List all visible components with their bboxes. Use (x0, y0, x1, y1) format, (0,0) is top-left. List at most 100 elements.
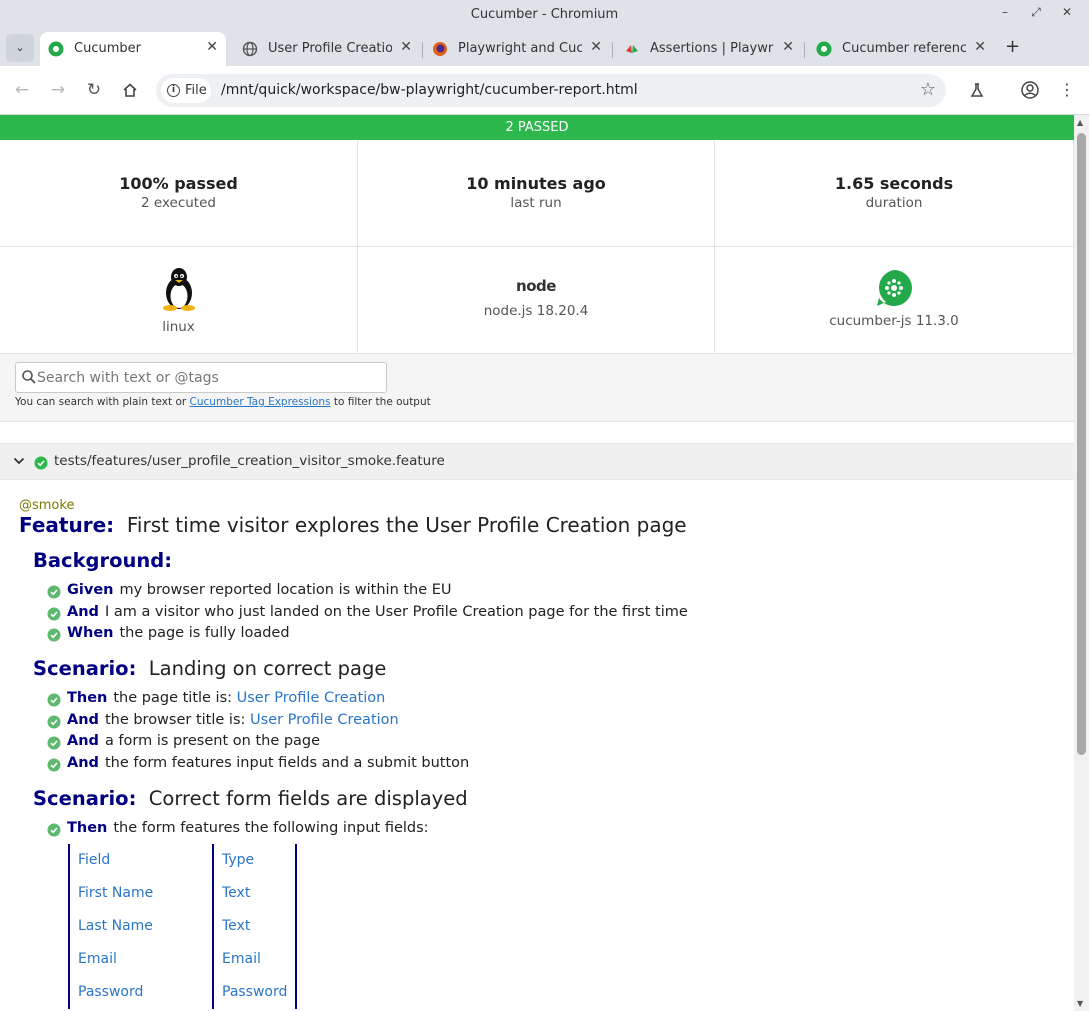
tab-label: Cucumber (74, 41, 141, 56)
step: Given my browser reported location is wit… (47, 582, 1074, 604)
tab-separator (804, 42, 805, 58)
step-keyword: Given (67, 582, 114, 598)
tab-playwright-cucumber[interactable]: Playwright and Cucu ✕ (424, 32, 610, 66)
window-titlebar: Cucumber - Chromium – ⤢ ✕ (0, 0, 1089, 30)
env-os-label: linux (162, 319, 195, 335)
tab-assertions-playwright[interactable]: Assertions | Playwrig ✕ (616, 32, 802, 66)
address-bar[interactable]: i File /mnt/quick/workspace/bw-playwrigh… (156, 74, 946, 107)
close-window-icon[interactable]: ✕ (1058, 5, 1076, 19)
feature-file-header[interactable]: tests/features/user_profile_creation_vis… (0, 443, 1074, 480)
scenario-keyword: Scenario: (33, 657, 137, 681)
search-icon (22, 370, 36, 384)
hint-text: You can search with plain text or (15, 396, 190, 408)
summary-grid: 100% passed 2 executed 10 minutes ago la… (0, 140, 1074, 354)
background-steps: Given my browser reported location is wit… (47, 582, 1074, 647)
step: And the browser title is: User Profile Cr… (47, 712, 1074, 734)
globe-icon (242, 41, 258, 57)
tab-user-profile-creation[interactable]: User Profile Creation ✕ (234, 32, 420, 66)
table-cell: Last Name (68, 909, 212, 943)
reload-icon[interactable]: ↻ (82, 78, 106, 102)
table-cell: Password (68, 975, 212, 1009)
scenario-steps: Then the form features the following inpu… (47, 820, 1074, 842)
scenario-title: Scenario: Correct form fields are displa… (33, 787, 1074, 810)
hint-text: to filter the output (330, 396, 431, 408)
step-parameter: User Profile Creation (236, 690, 386, 707)
menu-kebab-icon[interactable]: ⋮ (1055, 78, 1079, 102)
step-text: the browser title is: (104, 711, 251, 728)
cucumber-icon (816, 41, 832, 57)
stat-value: 100% passed (119, 174, 238, 193)
step-keyword: Then (67, 819, 108, 836)
scroll-down-arrow-icon[interactable]: ▼ (1077, 999, 1083, 1008)
step-passed-icon (47, 585, 61, 599)
search-section: You can search with plain text or Cucumb… (0, 354, 1074, 422)
labs-flask-icon[interactable] (965, 78, 989, 102)
passed-check-icon (34, 455, 48, 474)
step-passed-icon (47, 715, 61, 729)
tab-cucumber[interactable]: Cucumber ✕ (40, 32, 226, 66)
passed-banner: 2 PASSED (0, 115, 1074, 140)
table-cell: Password (212, 975, 298, 1009)
step-keyword: And (67, 603, 99, 620)
close-tab-icon[interactable]: ✕ (974, 39, 986, 55)
scrollbar-thumb[interactable] (1077, 133, 1086, 755)
tab-strip: ⌄ Cucumber ✕ User Profile Creation ✕ Pla… (0, 30, 1089, 66)
scenario-name: Correct form fields are displayed (148, 786, 468, 810)
chevron-down-icon[interactable] (13, 455, 25, 470)
stat-caption: last run (510, 195, 562, 211)
step: And a form is present on the page (47, 733, 1074, 755)
profile-avatar-icon[interactable] (1018, 78, 1042, 102)
search-input[interactable] (37, 367, 377, 389)
stat-value: 1.65 seconds (834, 174, 954, 193)
stat-last-run: 10 minutes ago last run (358, 140, 715, 247)
scroll-up-arrow-icon[interactable]: ▲ (1077, 118, 1083, 127)
table-row: Email Email (68, 942, 298, 976)
step: And I am a visitor who just landed on the… (47, 604, 1074, 626)
tag-expressions-link[interactable]: Cucumber Tag Expressions (190, 396, 331, 408)
step-keyword: When (67, 625, 114, 642)
scenario-steps: Then the page title is: User Profile Crea… (47, 690, 1074, 777)
tab-label: Assertions | Playwrig (650, 41, 774, 56)
step-keyword: And (67, 711, 99, 728)
tag-smoke[interactable]: @smoke (19, 498, 1074, 513)
env-runtime: node node.js 18.20.4 (358, 247, 715, 354)
data-table: Field Type First Name Text Last Name Tex… (68, 843, 298, 1009)
search-hint: You can search with plain text or Cucumb… (15, 396, 431, 408)
step-keyword: And (67, 755, 99, 772)
site-info-chip[interactable]: i File (161, 78, 211, 103)
search-box[interactable] (15, 362, 387, 393)
env-runtime-label: node.js 18.20.4 (483, 303, 589, 319)
bookmark-star-icon[interactable]: ☆ (920, 79, 936, 100)
back-arrow-icon[interactable]: ← (10, 78, 34, 102)
new-tab-button[interactable]: + (1005, 36, 1020, 57)
close-tab-icon[interactable]: ✕ (206, 39, 218, 55)
page-scrollbar[interactable]: ▲ ▼ (1074, 115, 1089, 1011)
tab-search-button[interactable]: ⌄ (6, 34, 34, 62)
step-passed-icon (47, 693, 61, 707)
forward-arrow-icon[interactable]: → (46, 78, 70, 102)
report-page: 2 PASSED 100% passed 2 executed 10 minut… (0, 115, 1074, 1011)
tab-separator (422, 42, 423, 58)
cucumber-icon (48, 41, 64, 57)
cucumber-logo-icon (877, 270, 912, 306)
browser-toolbar: ← → ↻ i File /mnt/quick/workspace/bw-pla… (0, 66, 1089, 115)
close-tab-icon[interactable]: ✕ (590, 39, 602, 55)
home-icon[interactable] (118, 78, 142, 102)
table-cell: Type (212, 843, 298, 877)
tab-separator (612, 42, 613, 58)
table-cell: Text (212, 876, 298, 910)
step-passed-icon (47, 736, 61, 750)
playwright-icon (626, 45, 638, 53)
minimize-icon[interactable]: – (996, 5, 1014, 19)
url-text[interactable]: /mnt/quick/workspace/bw-playwright/cucum… (221, 82, 638, 98)
close-tab-icon[interactable]: ✕ (782, 39, 794, 55)
step-passed-icon (47, 628, 61, 642)
tab-label: User Profile Creation (268, 41, 392, 56)
step: Then the form features the following inpu… (47, 820, 1074, 842)
info-icon: i (167, 84, 180, 97)
close-tab-icon[interactable]: ✕ (400, 39, 412, 55)
tab-cucumber-reference[interactable]: Cucumber reference ✕ (808, 32, 994, 66)
restore-icon[interactable]: ⤢ (1027, 5, 1045, 20)
scenario-title: Scenario: Landing on correct page (33, 657, 1074, 680)
chip-label: File (185, 83, 207, 98)
